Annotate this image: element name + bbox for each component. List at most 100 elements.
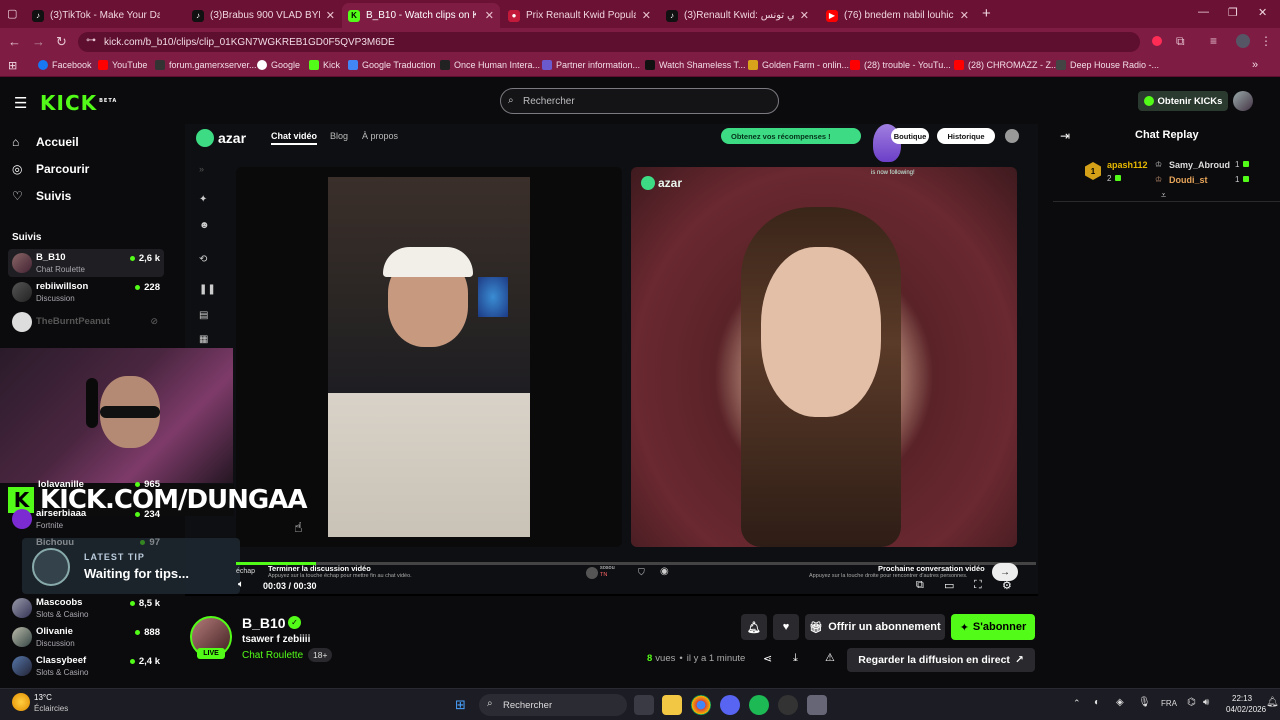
close-icon[interactable]: ✕ — [642, 9, 651, 22]
followed-channel[interactable]: Bichouu 97 — [8, 534, 164, 562]
follow-heart-button[interactable]: ♥ — [773, 614, 799, 640]
headset-shape — [86, 378, 98, 428]
reload-icon[interactable]: ↻ — [56, 34, 67, 50]
streamer-name[interactable]: B_B10 — [242, 615, 286, 631]
followed-channel[interactable]: B_B10 Chat Roulette 2,6 k — [8, 249, 164, 277]
bookmark-golden-farm[interactable]: Golden Farm - onlin... — [748, 60, 849, 70]
settings-icon[interactable] — [807, 695, 827, 715]
taskbar-search[interactable]: ⌕ Rechercher — [479, 694, 627, 716]
bookmark-chromazz[interactable]: (28) CHROMAZZ - Z... — [954, 60, 1059, 70]
nav-following[interactable]: ♡ Suivis — [12, 189, 71, 203]
discord-icon[interactable] — [720, 695, 740, 715]
bookmark-shameless[interactable]: Watch Shameless T... — [645, 60, 746, 70]
site-info-icon[interactable]: ⊶ — [86, 35, 96, 46]
tray-app-icon[interactable]: ◐ — [1094, 697, 1100, 708]
user-avatar[interactable] — [1233, 91, 1253, 111]
gift-subscription-button[interactable]: 🎁︎ Offrir un abonnement — [805, 614, 945, 640]
browser-tab[interactable]: ♪ (3)Renault Kwid: عادية في تونس ✕ — [660, 3, 815, 28]
tab-list-icon[interactable]: ▢ — [7, 7, 17, 20]
bookmark-once-human[interactable]: Once Human Intera... — [440, 60, 540, 70]
leader-name[interactable]: Doudi_st — [1169, 175, 1208, 185]
picture-in-picture-icon[interactable]: ⧉ — [916, 579, 924, 592]
windows-start-icon[interactable]: ⊞ — [455, 697, 466, 713]
more-bookmarks-icon[interactable]: » — [1252, 59, 1258, 71]
close-icon[interactable]: ✕ — [485, 9, 494, 22]
bookmark-google[interactable]: Google — [257, 60, 300, 70]
microphone-icon[interactable]: 🎙︎ — [1138, 697, 1151, 708]
category-link[interactable]: Chat Roulette — [242, 650, 303, 661]
followed-channel[interactable]: airserbiaaa Fortnite 234 — [8, 505, 164, 533]
streamer-webcam-image — [328, 177, 530, 537]
volume-icon[interactable]: 🔈︎ — [238, 579, 244, 590]
followed-channel[interactable]: lolavanille 965 — [8, 476, 164, 504]
followed-channel[interactable]: rebiiwillson Discussion 228 — [8, 278, 164, 306]
bookmark-youtube[interactable]: YouTube — [98, 60, 147, 70]
back-icon[interactable]: ← — [8, 34, 21, 49]
file-explorer-icon[interactable] — [662, 695, 682, 715]
forward-icon[interactable]: → — [32, 34, 45, 49]
browser-tab[interactable]: ▶ (76) bnedem nabil louhichi - Yo ✕ — [820, 3, 975, 28]
extensions-puzzle-icon[interactable]: ⧉ — [1176, 34, 1185, 49]
bookmark-forum[interactable]: forum.gamerxserver... — [155, 60, 257, 70]
minimize-icon[interactable]: — — [1198, 6, 1209, 18]
share-icon[interactable]: ⋖ — [763, 652, 772, 665]
live-badge: LIVE — [197, 648, 225, 659]
volume-icon[interactable]: 🔊︎ — [1203, 697, 1209, 708]
media-queue-icon[interactable]: ≡ — [1210, 34, 1217, 48]
get-kicks-button[interactable]: Obtenir KICKs — [1138, 91, 1228, 111]
browser-tab[interactable]: ♪ (3)TikTok - Make Your Day ✕ — [26, 3, 206, 28]
watch-live-button[interactable]: Regarder la diffusion en direct ↗ — [847, 648, 1035, 672]
followed-channel-offline[interactable]: TheBurntPeanut ⊘ — [8, 308, 164, 336]
spotify-icon[interactable] — [749, 695, 769, 715]
report-warning-icon[interactable]: ⚠ — [825, 651, 835, 664]
bookmark-facebook[interactable]: Facebook — [38, 60, 92, 70]
theater-mode-icon[interactable]: ▭ — [944, 579, 954, 592]
bookmark-deep-house[interactable]: Deep House Radio -... — [1056, 60, 1159, 70]
profile-avatar[interactable] — [1236, 34, 1250, 48]
browser-tab[interactable]: ♪ (3)Brabus 900 VLAD BYKOV: A ✕ — [186, 3, 341, 28]
bookmark-trouble[interactable]: (28) trouble - YouTu... — [850, 60, 951, 70]
nav-home[interactable]: ⌂ Accueil — [12, 135, 79, 149]
tray-chevron-icon[interactable]: ⌃ — [1073, 698, 1081, 709]
tray-app-icon[interactable]: ◈ — [1116, 697, 1124, 708]
network-icon[interactable]: ⌬ — [1187, 697, 1196, 708]
close-icon[interactable]: ✕ — [800, 9, 809, 22]
bookmark-google-translate[interactable]: Google Traduction — [348, 60, 436, 70]
language-indicator[interactable]: FRA — [1161, 699, 1177, 708]
browser-tab-active[interactable]: K B_B10 - Watch clips on Kick ✕ — [342, 3, 500, 28]
url-bar[interactable]: ⊶ kick.com/b_b10/clips/clip_01KGN7WGKREB… — [78, 32, 1140, 52]
close-icon[interactable]: ✕ — [960, 9, 969, 22]
task-view-icon[interactable] — [634, 695, 654, 715]
subscribe-button[interactable]: ✦ S'abonner — [951, 614, 1035, 640]
settings-gear-icon[interactable]: ⚙ — [1002, 579, 1012, 592]
followed-channel[interactable]: Olivanie Discussion 888 — [8, 623, 164, 651]
hamburger-menu-icon[interactable]: ☰ — [14, 94, 27, 112]
maximize-icon[interactable]: ❐ — [1228, 6, 1238, 19]
extension-icon[interactable] — [1152, 36, 1162, 46]
close-window-icon[interactable]: ✕ — [1258, 6, 1267, 19]
new-tab-icon[interactable]: + — [982, 5, 991, 22]
app-icon[interactable] — [778, 695, 798, 715]
nav-browse[interactable]: ◎ Parcourir — [12, 162, 89, 176]
weather-icon[interactable] — [12, 693, 30, 711]
followed-channel[interactable]: Mascoobs Slots & Casino 8,5 k — [8, 594, 164, 622]
notification-icon[interactable]: 🔔︎ — [1266, 697, 1279, 708]
search-bar[interactable]: ⌕ Rechercher — [500, 88, 779, 114]
apps-grid-icon[interactable]: ⊞ — [8, 59, 17, 72]
kick-logo[interactable]: KICK BETA — [40, 91, 117, 115]
collapse-chat-icon[interactable]: ⇥ — [1060, 129, 1070, 143]
fullscreen-icon[interactable]: ⛶ — [974, 579, 982, 592]
leader-name[interactable]: Samy_Abroud — [1169, 160, 1230, 170]
browser-tab[interactable]: ● Prix Renault Kwid Populaire 1.0 ✕ — [502, 3, 657, 28]
notification-bell-button[interactable]: 🔔︎ — [741, 614, 767, 640]
bookmark-kick[interactable]: Kick — [309, 60, 340, 70]
followed-channel[interactable]: Classybeef Slots & Casino 2,4 k — [8, 652, 164, 680]
chrome-icon[interactable] — [691, 695, 711, 715]
expand-icon[interactable]: ⩡ — [1161, 190, 1166, 201]
stream-info-bar: LIVE B_B10 ✓ tsawer f zebiiii Chat Roule… — [185, 596, 1038, 688]
download-icon[interactable]: ⤓ — [793, 652, 798, 665]
menu-kebab-icon[interactable]: ⋮ — [1260, 34, 1272, 48]
leader-name[interactable]: apash112 — [1107, 160, 1148, 170]
bookmark-partner[interactable]: Partner information... — [542, 60, 640, 70]
close-icon[interactable]: ✕ — [326, 9, 335, 22]
